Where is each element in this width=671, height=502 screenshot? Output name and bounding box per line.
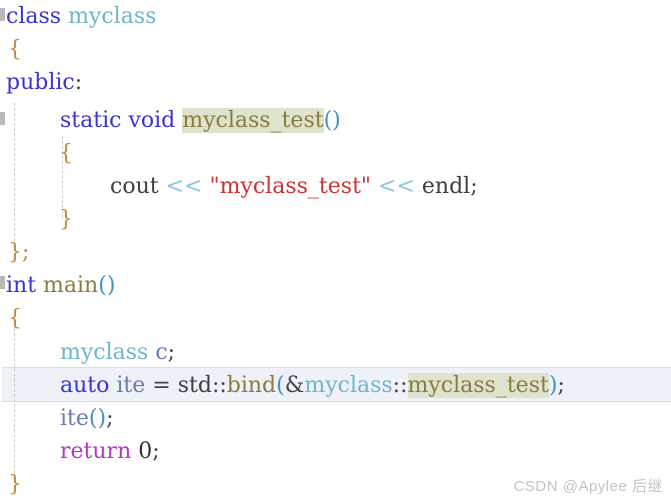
token-string-literal: "myclass_test" — [209, 174, 372, 199]
code-line-9[interactable]: int main() — [6, 269, 115, 302]
token-class-name: myclass — [68, 4, 157, 29]
code-line-2[interactable]: { — [8, 33, 22, 66]
token-number-zero: 0 — [138, 439, 153, 464]
token-close-brace: } — [8, 472, 22, 497]
fold-marker-main[interactable] — [0, 276, 5, 289]
token-std-namespace: std — [177, 373, 212, 398]
token-close-brace: } — [59, 207, 73, 232]
token-variable-ite: ite — [60, 406, 89, 431]
token-address-of-operator: & — [284, 373, 305, 398]
code-line-1[interactable]: class myclass — [6, 0, 156, 33]
token-open-brace: { — [8, 37, 22, 62]
token-main-function: main — [43, 273, 99, 298]
code-line-3[interactable]: public: — [6, 66, 82, 99]
token-void-keyword: void — [128, 108, 176, 133]
code-line-15[interactable]: } — [8, 468, 22, 501]
token-open-brace: { — [8, 306, 22, 331]
fold-marker-method[interactable] — [0, 112, 5, 125]
token-class-myclass: myclass — [304, 373, 393, 398]
token-semicolon: ; — [167, 340, 176, 365]
token-class-close-brace: }; — [8, 240, 30, 265]
token-parens: () — [98, 273, 116, 298]
token-semicolon: ; — [470, 174, 478, 199]
token-open-brace: { — [59, 141, 73, 166]
token-parens: () — [323, 108, 341, 133]
token-auto-keyword: auto — [60, 373, 110, 398]
fold-marker-class[interactable] — [0, 8, 5, 21]
token-type-myclass: myclass — [60, 340, 149, 365]
csdn-watermark: CSDN @Apylee 后继 — [513, 478, 663, 495]
token-variable-c: c — [155, 340, 168, 365]
code-line-11[interactable]: myclass c; — [60, 336, 175, 369]
token-assign-operator: = — [152, 373, 171, 398]
token-scope-resolution-2: :: — [392, 373, 408, 398]
token-public-keyword: public — [6, 70, 75, 95]
token-class-keyword: class — [6, 4, 62, 29]
indent-guide-level-1 — [14, 103, 15, 251]
token-endl: endl — [421, 174, 471, 199]
token-semicolon: ; — [106, 406, 114, 431]
token-stream-operator: << — [165, 174, 203, 199]
token-colon: : — [74, 70, 83, 95]
token-member-name-highlighted: myclass_test — [407, 373, 549, 398]
token-method-name-highlighted: myclass_test — [182, 108, 324, 133]
token-open-paren: ( — [276, 373, 285, 398]
code-line-12[interactable]: auto ite = std::bind(&myclass::myclass_t… — [60, 369, 565, 402]
code-line-10[interactable]: { — [8, 302, 22, 335]
code-line-5[interactable]: { — [59, 137, 73, 170]
token-semicolon: ; — [152, 439, 160, 464]
code-line-7[interactable]: } — [59, 203, 73, 236]
indent-guide-level-1b — [14, 328, 15, 488]
token-parens: () — [88, 406, 107, 431]
token-return-keyword: return — [60, 439, 132, 464]
token-static-keyword: static — [60, 108, 122, 133]
code-line-4[interactable]: static void myclass_test() — [60, 104, 341, 137]
token-variable-ite: ite — [116, 373, 146, 398]
code-line-6[interactable]: cout << "myclass_test" << endl; — [110, 170, 478, 203]
code-line-14[interactable]: return 0; — [60, 435, 160, 468]
token-int-keyword: int — [6, 273, 37, 298]
code-line-13[interactable]: ite(); — [60, 402, 114, 435]
token-cout: cout — [110, 174, 159, 199]
token-scope-resolution: :: — [211, 373, 227, 398]
token-semicolon: ; — [557, 373, 565, 398]
code-editor-canvas[interactable]: class myclass { public: static void mycl… — [0, 0, 671, 502]
code-line-8[interactable]: }; — [8, 236, 29, 269]
token-stream-operator-2: << — [378, 174, 415, 199]
token-bind-function: bind — [226, 373, 277, 398]
